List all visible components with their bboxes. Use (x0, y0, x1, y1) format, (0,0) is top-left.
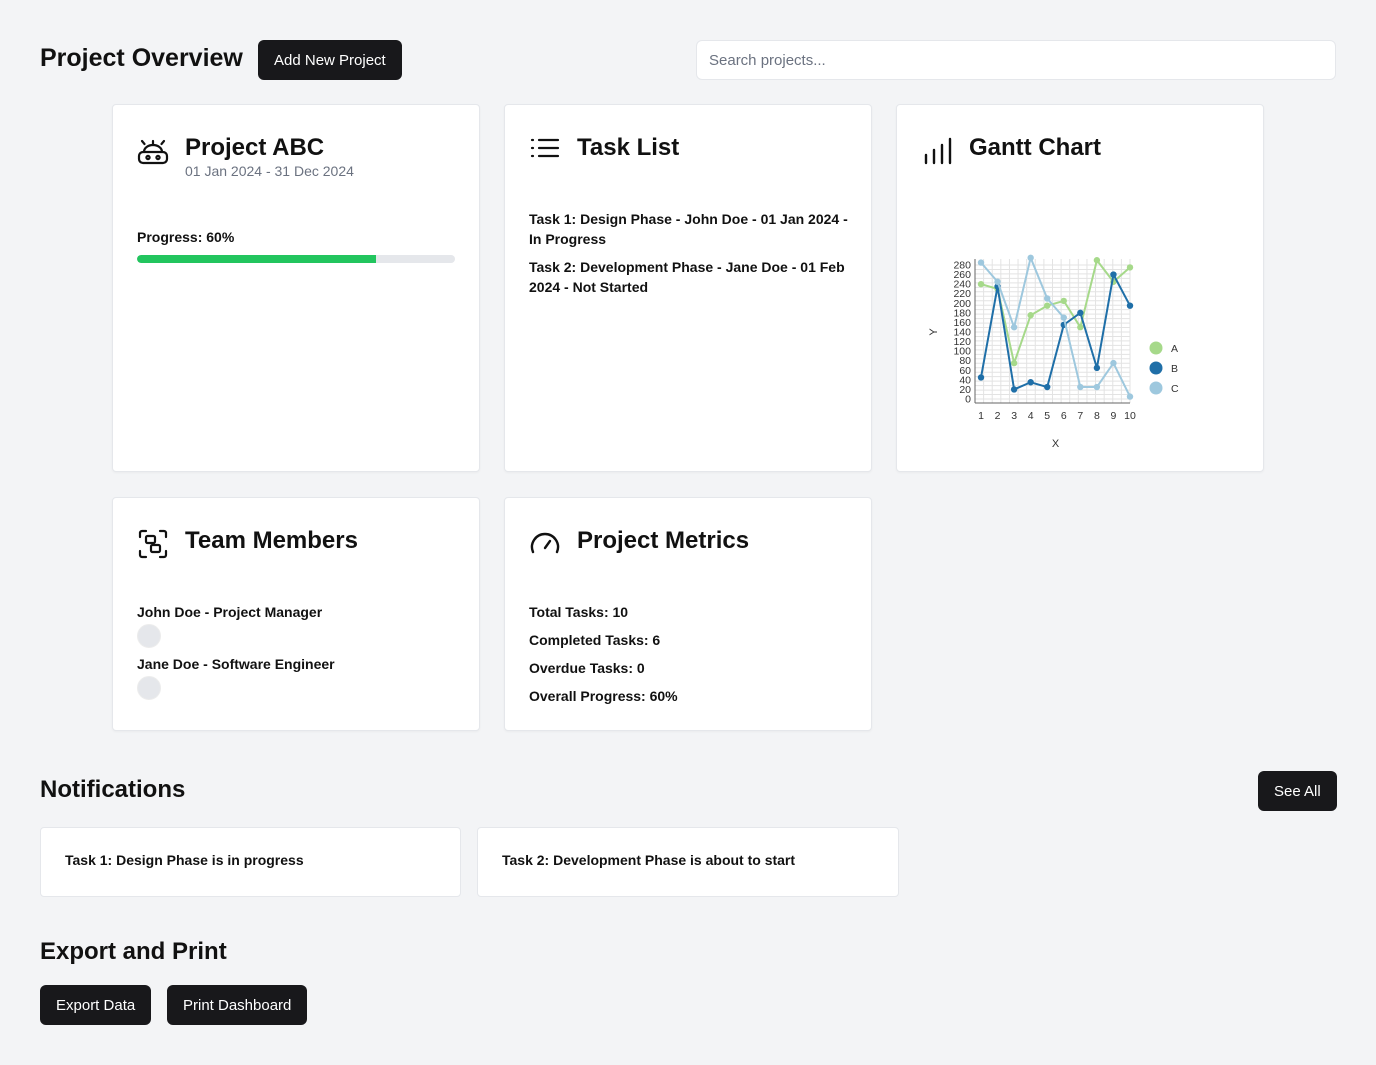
data-point-a (1060, 297, 1067, 305)
export-data-button[interactable]: Export Data (40, 985, 152, 1025)
data-point-b (1110, 271, 1117, 278)
gantt-chart-card: Gantt Chart 0 20 40 60 80 100 120 140 160 180 200 2… (896, 104, 1264, 472)
team-members-title: Team Members (185, 527, 358, 554)
project-card: Project ABC 01 Jan 2024 - 31 Dec 2024 Pr… (112, 104, 480, 472)
print-dashboard-button[interactable]: Print Dashboard (167, 985, 308, 1025)
data-point-c (1126, 393, 1134, 400)
data-point-c (1027, 254, 1034, 262)
x-tick-label: 5 (1044, 410, 1050, 422)
legend-label-a: A (1171, 343, 1178, 355)
add-project-button[interactable]: Add New Project (258, 40, 402, 80)
team-members-header: Team Members (137, 526, 358, 560)
project-dates: 01 Jan 2024 - 31 Dec 2024 (185, 163, 354, 179)
notification-item[interactable]: Task 1: Design Phase is in progress (40, 827, 461, 897)
metric-completed-tasks: Completed Tasks: 6 (529, 632, 661, 648)
gauge-icon (530, 532, 560, 554)
data-point-b (1126, 302, 1134, 309)
team-scan-icon (138, 529, 168, 559)
team-member-name: John Doe - Project Manager (137, 604, 323, 620)
data-point-a (977, 280, 985, 288)
data-point-b (977, 374, 985, 381)
line-chart: 0204060801001201401601802002202402602801… (928, 254, 1179, 450)
task-list-header: Task List (529, 133, 679, 167)
x-tick-label: 3 (1011, 410, 1017, 422)
x-tick-label: 8 (1094, 410, 1100, 422)
avatar (137, 676, 161, 700)
data-point-b (1093, 364, 1101, 372)
project-metrics-card: Project Metrics Total Tasks: 10 Complete… (504, 497, 872, 731)
metrics-list: Total Tasks: 10 Completed Tasks: 6 Overd… (529, 602, 678, 714)
project-title: Project ABC (185, 134, 325, 161)
data-point-a (1093, 257, 1101, 264)
task-list: Task 1: Design Phase - John Doe - 01 Jan… (529, 209, 851, 305)
x-tick-label: 10 (1124, 410, 1136, 422)
data-point-a (1044, 302, 1051, 309)
data-point-c (1093, 383, 1101, 391)
notification-item[interactable]: Task 2: Development Phase is about to st… (477, 827, 899, 897)
x-tick-label: 2 (995, 410, 1001, 422)
y-tick-label: 280 (953, 260, 971, 272)
legend-marker-b (1149, 361, 1163, 375)
data-point-b (1010, 386, 1018, 393)
data-point-c (977, 259, 985, 266)
see-all-button[interactable]: See All (1258, 771, 1337, 811)
data-point-c (994, 278, 1001, 285)
data-point-c (1010, 324, 1018, 331)
legend-label-c: C (1171, 383, 1179, 395)
team-member-name: Jane Doe - Software Engineer (137, 656, 335, 672)
task-item: Task 2: Development Phase - Jane Doe - 0… (529, 259, 845, 295)
data-point-b (1044, 383, 1051, 391)
team-members-card: Team Members John Doe - Project Manager … (112, 497, 480, 731)
data-point-a (1126, 264, 1134, 271)
progress-label: Progress: 60% (137, 229, 235, 245)
avatar (137, 624, 161, 648)
page-header: Project Overview Add New Project (40, 40, 1336, 80)
data-point-c (1077, 383, 1084, 391)
export-print-title: Export and Print (40, 938, 227, 965)
data-point-c (1110, 359, 1117, 367)
data-point-a (1010, 359, 1018, 367)
task-item: Task 1: Design Phase - John Doe - 01 Jan… (529, 211, 848, 247)
x-tick-label: 1 (978, 410, 984, 422)
list-icon (530, 138, 560, 158)
data-point-a (1027, 312, 1034, 319)
project-metrics-title: Project Metrics (577, 527, 750, 554)
legend-label-b: B (1171, 363, 1178, 375)
data-point-b (1077, 309, 1084, 317)
legend-marker-c (1149, 381, 1163, 395)
data-point-b (1027, 379, 1034, 386)
x-tick-label: 6 (1061, 410, 1067, 422)
data-point-c (1044, 295, 1051, 302)
metric-overall-progress: Overall Progress: 60% (529, 688, 678, 704)
progress-bar-fill (137, 255, 376, 263)
x-axis-label: X (1052, 438, 1060, 450)
data-point-a (1077, 324, 1084, 331)
x-tick-label: 7 (1077, 410, 1083, 422)
legend-marker-a (1149, 341, 1163, 355)
x-tick-label: 9 (1111, 410, 1117, 422)
page-title: Project Overview (40, 44, 243, 72)
notifications-title: Notifications (40, 776, 186, 803)
data-point-c (1060, 314, 1067, 321)
project-metrics-header: Project Metrics (529, 526, 749, 560)
task-list-title: Task List (577, 134, 680, 161)
progress-bar (137, 255, 455, 263)
metric-total-tasks: Total Tasks: 10 (529, 604, 629, 620)
search-input[interactable] (696, 40, 1336, 80)
team-member-list: John Doe - Project Manager Jane Doe - So… (137, 602, 335, 706)
y-axis-label: Y (928, 328, 940, 336)
project-card-header: Project ABC 01 Jan 2024 - 31 Dec 2024 (137, 133, 354, 179)
x-tick-label: 4 (1028, 410, 1034, 422)
robot-icon (137, 139, 169, 165)
metric-overdue-tasks: Overdue Tasks: 0 (529, 660, 645, 676)
task-list-card: Task List Task 1: Design Phase - John Do… (504, 104, 872, 472)
